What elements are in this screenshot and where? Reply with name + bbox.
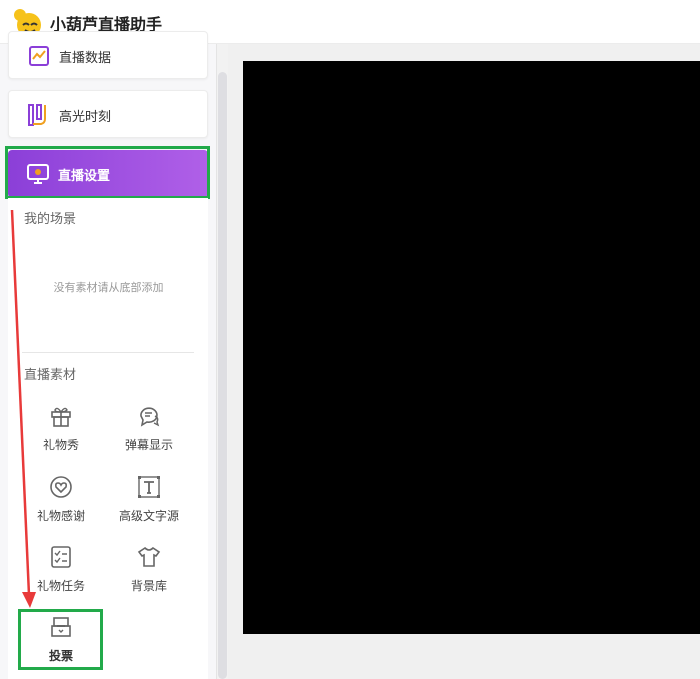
tool-label: 背景库 — [130, 579, 167, 593]
heart-circle-icon — [50, 476, 72, 498]
nav-item-highlights[interactable]: 高光时刻 — [8, 90, 208, 138]
nav-item-live-data[interactable]: 直播数据 — [8, 31, 208, 79]
tool-label: 弹幕显示 — [124, 438, 173, 452]
tool-label: 礼物感谢 — [36, 509, 85, 523]
tool-background-library[interactable]: 背景库 — [109, 545, 189, 605]
materials-section-title: 直播素材 — [24, 368, 77, 383]
gift-icon — [51, 407, 71, 427]
live-data-icon — [29, 46, 49, 66]
checklist-icon — [51, 546, 71, 568]
section-divider — [22, 352, 194, 353]
nav-item-label: 直播数据 — [59, 51, 112, 66]
tshirt-icon — [137, 546, 161, 567]
highlight-box-vote — [18, 609, 103, 670]
sidebar-scrollbar-thumb[interactable] — [218, 72, 227, 679]
tool-gift-task[interactable]: 礼物任务 — [21, 545, 101, 605]
tool-label: 礼物任务 — [36, 579, 85, 593]
live-preview-canvas[interactable] — [243, 61, 700, 634]
tool-gift-thanks[interactable]: 礼物感谢 — [21, 475, 101, 535]
tool-label: 高级文字源 — [118, 509, 179, 523]
chat-bubbles-icon — [140, 407, 160, 427]
highlight-box-live-settings — [5, 146, 210, 199]
nav-item-label: 高光时刻 — [59, 110, 112, 125]
tool-danmaku-display[interactable]: 弹幕显示 — [109, 404, 189, 464]
scene-empty-hint: 没有素材请从底部添加 — [53, 281, 164, 294]
tool-label: 礼物秀 — [42, 438, 79, 452]
scene-section-title: 我的场景 — [24, 212, 77, 227]
text-frame-icon — [138, 476, 160, 498]
tool-advanced-text-source[interactable]: 高级文字源 — [109, 475, 189, 535]
tool-gift-show[interactable]: 礼物秀 — [21, 404, 101, 464]
highlights-icon — [28, 104, 46, 126]
